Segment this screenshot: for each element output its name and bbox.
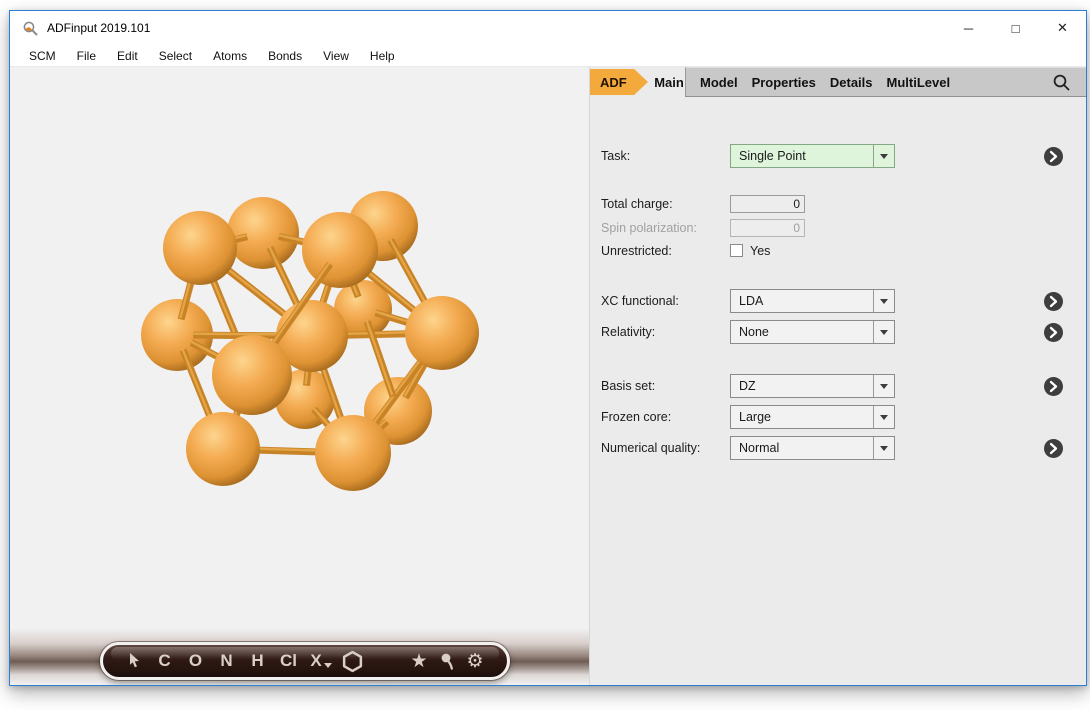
element-c-button[interactable]: C xyxy=(149,651,180,671)
options-panel: ADF Main Model Properties Details MultiL… xyxy=(589,67,1086,685)
task-select[interactable]: Single Point xyxy=(730,144,895,168)
menu-edit[interactable]: Edit xyxy=(114,47,141,65)
basis-set-label: Basis set: xyxy=(601,374,655,398)
dropdown-arrow-icon[interactable] xyxy=(873,406,894,428)
element-x-button[interactable]: X xyxy=(304,651,338,671)
spin-polarization-label: Spin polarization: xyxy=(601,219,697,237)
settings-tool-button[interactable]: ⚙ xyxy=(461,652,489,671)
numerical-quality-label: Numerical quality: xyxy=(601,436,700,460)
spin-polarization-input: 0 xyxy=(730,219,805,237)
gear-icon: ⚙ xyxy=(466,652,483,671)
tab-strip: Model Properties Details MultiLevel xyxy=(685,67,1086,97)
total-charge-label: Total charge: xyxy=(601,195,673,213)
tab-bar: ADF Main Model Properties Details MultiL… xyxy=(590,67,1086,97)
numerical-quality-select[interactable]: Normal xyxy=(730,436,895,460)
frozen-core-select[interactable]: Large xyxy=(730,405,895,429)
app-window: ADFinput 2019.101 ─ □ ✕ SCM File Edit Se… xyxy=(9,10,1087,686)
hexagon-ring-icon xyxy=(341,650,364,673)
xc-functional-label: XC functional: xyxy=(601,289,679,313)
maximize-button[interactable]: □ xyxy=(992,11,1039,45)
minimize-button[interactable]: ─ xyxy=(945,11,992,45)
element-n-button[interactable]: N xyxy=(211,651,242,671)
xc-functional-detail-button[interactable] xyxy=(1044,292,1063,311)
unrestricted-row: Unrestricted: Yes xyxy=(590,244,1086,260)
element-cl-button[interactable]: Cl xyxy=(273,651,304,671)
atom[interactable] xyxy=(163,211,237,285)
numerical-quality-row: Numerical quality: Normal xyxy=(590,436,1086,460)
relativity-select[interactable]: None xyxy=(730,320,895,344)
dropdown-arrow-icon[interactable] xyxy=(873,437,894,459)
menu-atoms[interactable]: Atoms xyxy=(210,47,250,65)
element-toolbar: C O N H Cl X ★ xyxy=(100,642,510,680)
task-label: Task: xyxy=(601,144,630,168)
tab-adf[interactable]: ADF xyxy=(590,69,648,95)
menu-help[interactable]: Help xyxy=(367,47,398,65)
structures-tool-button[interactable]: ★ xyxy=(405,652,433,671)
menu-view[interactable]: View xyxy=(320,47,352,65)
numerical-quality-detail-button[interactable] xyxy=(1044,439,1063,458)
unrestricted-checkbox-label: Yes xyxy=(750,244,770,259)
molecule-3d-view[interactable] xyxy=(10,67,589,685)
menu-scm[interactable]: SCM xyxy=(26,47,59,65)
atom[interactable] xyxy=(227,197,299,269)
star-icon: ★ xyxy=(410,652,427,671)
pointer-tool-button[interactable] xyxy=(121,652,149,670)
atom[interactable] xyxy=(212,335,292,415)
basis-set-select[interactable]: DZ xyxy=(730,374,895,398)
tab-details[interactable]: Details xyxy=(830,75,873,90)
element-h-button[interactable]: H xyxy=(242,651,273,671)
basis-set-detail-button[interactable] xyxy=(1044,377,1063,396)
dropdown-arrow-icon[interactable] xyxy=(873,145,894,167)
unrestricted-checkbox[interactable] xyxy=(730,244,743,257)
relativity-row: Relativity: None xyxy=(590,320,1086,344)
app-icon xyxy=(22,20,39,37)
atom[interactable] xyxy=(302,212,378,288)
relativity-detail-button[interactable] xyxy=(1044,323,1063,342)
task-detail-button[interactable] xyxy=(1044,147,1063,166)
atom[interactable] xyxy=(405,296,479,370)
search-tool-button[interactable] xyxy=(433,652,461,671)
atom[interactable] xyxy=(186,412,260,486)
dropdown-arrow-icon[interactable] xyxy=(873,321,894,343)
tab-main[interactable]: Main xyxy=(653,67,685,97)
window-title: ADFinput 2019.101 xyxy=(47,21,150,35)
chevron-down-icon xyxy=(324,663,332,668)
dropdown-arrow-icon[interactable] xyxy=(873,375,894,397)
tab-properties[interactable]: Properties xyxy=(752,75,816,90)
menu-bar: SCM File Edit Select Atoms Bonds View He… xyxy=(10,45,1086,67)
wand-icon xyxy=(439,652,456,671)
frozen-core-row: Frozen core: Large xyxy=(590,405,1086,429)
ring-tool-button[interactable] xyxy=(338,650,366,673)
search-icon[interactable] xyxy=(1052,73,1072,93)
atom[interactable] xyxy=(315,415,391,491)
molecule-viewer[interactable]: C O N H Cl X ★ xyxy=(10,67,589,685)
relativity-label: Relativity: xyxy=(601,320,655,344)
element-o-button[interactable]: O xyxy=(180,651,211,671)
unrestricted-label: Unrestricted: xyxy=(601,244,672,259)
task-row: Task: Single Point xyxy=(590,144,1086,168)
dropdown-arrow-icon[interactable] xyxy=(873,290,894,312)
tab-multilevel[interactable]: MultiLevel xyxy=(887,75,951,90)
xc-functional-select[interactable]: LDA xyxy=(730,289,895,313)
tab-model[interactable]: Model xyxy=(700,75,738,90)
menu-file[interactable]: File xyxy=(74,47,99,65)
title-bar: ADFinput 2019.101 ─ □ ✕ xyxy=(10,11,1086,45)
basis-set-row: Basis set: DZ xyxy=(590,374,1086,398)
xc-functional-row: XC functional: LDA xyxy=(590,289,1086,313)
cursor-icon xyxy=(127,652,144,670)
spin-polarization-row: Spin polarization: 0 xyxy=(590,219,1086,237)
total-charge-input[interactable]: 0 xyxy=(730,195,805,213)
menu-bonds[interactable]: Bonds xyxy=(265,47,305,65)
menu-select[interactable]: Select xyxy=(156,47,195,65)
total-charge-row: Total charge: 0 xyxy=(590,195,1086,213)
close-button[interactable]: ✕ xyxy=(1039,11,1086,45)
frozen-core-label: Frozen core: xyxy=(601,405,671,429)
